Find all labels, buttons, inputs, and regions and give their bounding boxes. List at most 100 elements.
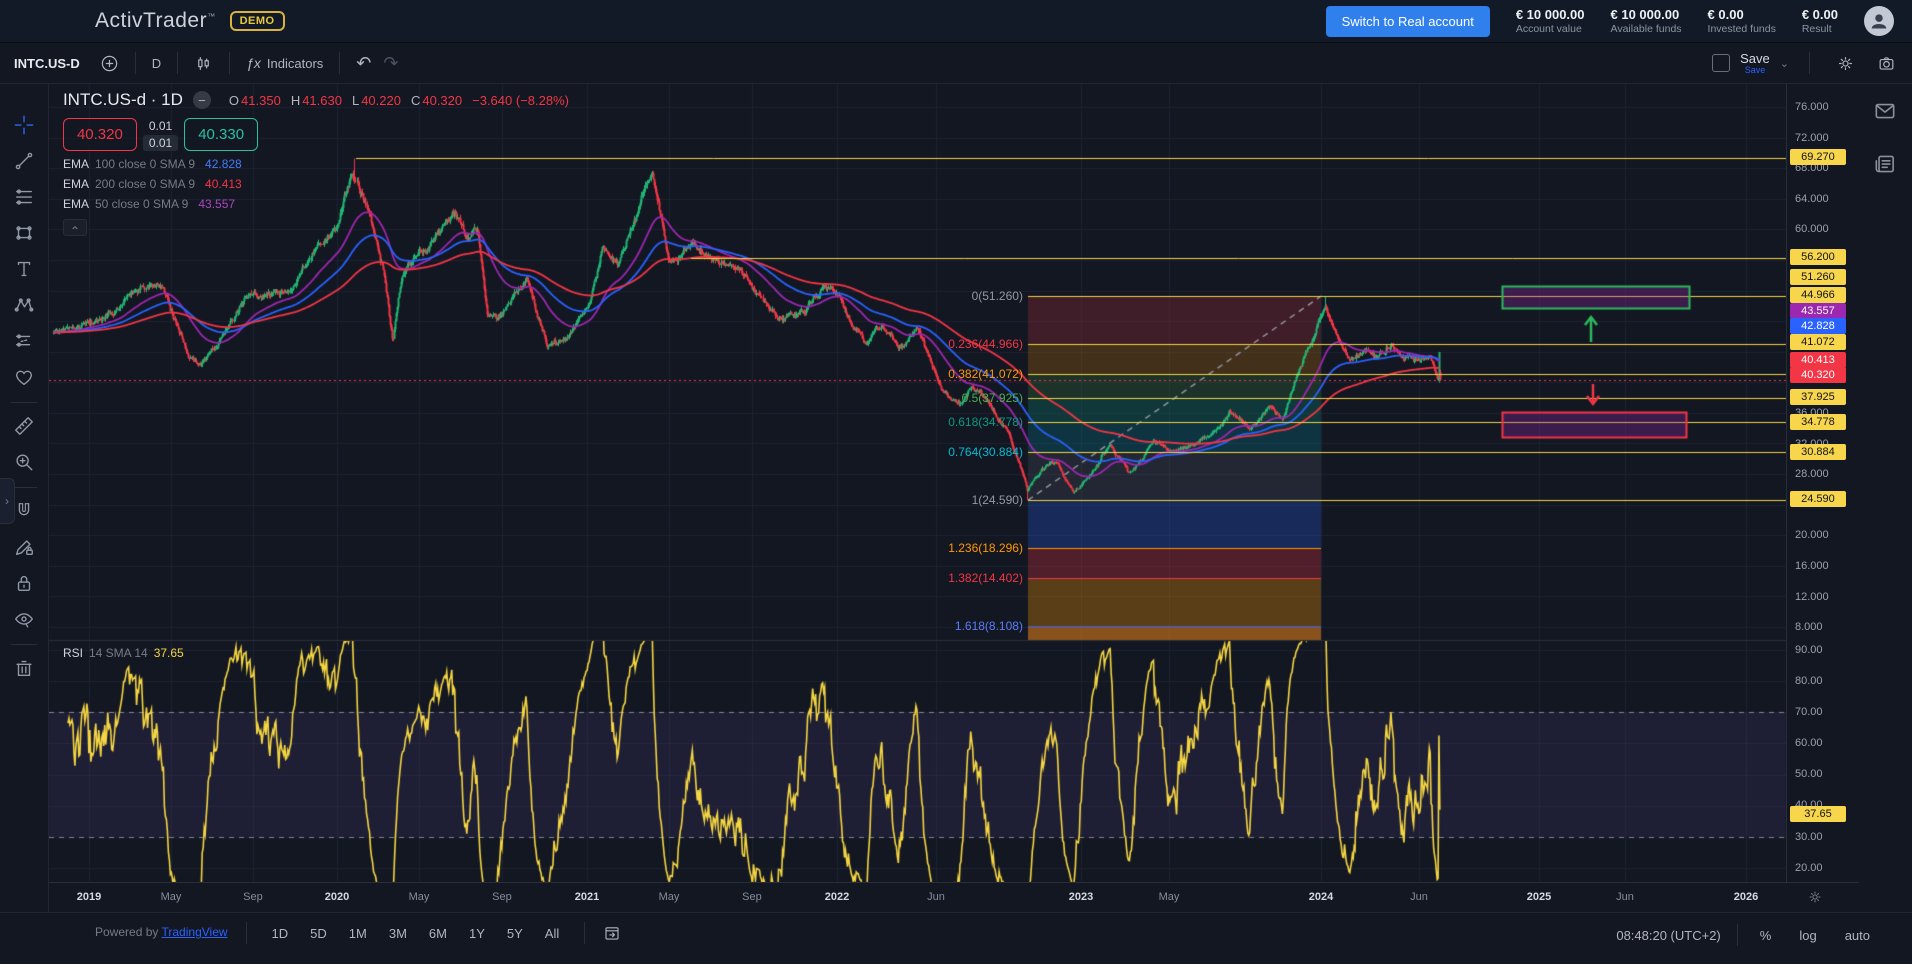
session-clock[interactable]: 08:48:20 (UTC+2)	[1616, 928, 1720, 943]
chart-style-button[interactable]	[188, 50, 219, 77]
chevron-down-icon[interactable]: ⌄	[1780, 57, 1789, 70]
hide-all-eye-tool[interactable]	[7, 602, 41, 636]
redo-button[interactable]: ↷	[377, 49, 404, 78]
axis-tick: 30.00	[1795, 831, 1823, 843]
time-label: 2022	[825, 891, 849, 903]
price-badge: 37.925	[1790, 389, 1846, 405]
legend-collapse-button[interactable]	[63, 219, 87, 236]
time-label: 2019	[77, 891, 101, 903]
price-chart-canvas[interactable]	[49, 84, 1859, 912]
app-logo: ActivTrader™	[95, 9, 216, 33]
time-label: May	[409, 891, 430, 903]
axis-tick: 72.000	[1795, 132, 1829, 144]
tradingview-link[interactable]: TradingView	[162, 925, 228, 939]
range-1y-button[interactable]: 1Y	[462, 923, 492, 944]
save-button[interactable]: Save Save	[1740, 52, 1770, 75]
switch-to-real-account-button[interactable]: Switch to Real account	[1326, 6, 1490, 37]
indicators-button[interactable]: ƒx Indicators	[240, 51, 329, 75]
account-stats: € 10 000.00Account value€ 10 000.00Avail…	[1516, 7, 1838, 35]
crosshair-tool[interactable]	[7, 108, 41, 142]
lock-all-tool[interactable]	[7, 566, 41, 600]
footer-separator	[246, 922, 247, 944]
mail-icon[interactable]	[1872, 98, 1898, 129]
auto-scale-button[interactable]: auto	[1839, 927, 1876, 944]
toolbar-separator	[135, 52, 136, 74]
ruler-tool[interactable]	[7, 409, 41, 443]
favorites-heart-tool[interactable]	[7, 360, 41, 394]
toolbar-separator	[11, 402, 37, 403]
axis-tick: 16.000	[1795, 560, 1829, 572]
user-avatar[interactable]	[1864, 6, 1894, 36]
compare-add-button[interactable]	[94, 50, 125, 77]
footer-bar: Powered by TradingView 1D5D1M3M6M1Y5YAll…	[0, 912, 1912, 964]
drawing-pencil-lock-tool[interactable]	[7, 530, 41, 564]
price-badge: 34.778	[1790, 414, 1846, 430]
sell-price-button[interactable]: 40.320	[63, 118, 137, 151]
text-tool[interactable]	[7, 252, 41, 286]
screenshot-button[interactable]	[1871, 50, 1902, 77]
rectangle-tool[interactable]	[7, 216, 41, 250]
axis-tick: 20.00	[1795, 862, 1823, 874]
gear-icon	[1836, 54, 1855, 73]
price-badge: 44.966	[1790, 287, 1846, 303]
axis-tick: 60.000	[1795, 223, 1829, 235]
chart-settings-button[interactable]	[1830, 50, 1861, 77]
range-5y-button[interactable]: 5Y	[500, 923, 530, 944]
time-label: Jun	[1410, 891, 1428, 903]
fx-icon: ƒx	[246, 55, 261, 71]
top-bar: ActivTrader™ DEMO Switch to Real account…	[0, 0, 1912, 43]
axis-tick: 70.00	[1795, 706, 1823, 718]
time-label: 2023	[1069, 891, 1093, 903]
account-stat: € 10 000.00Available funds	[1611, 7, 1682, 35]
range-6m-button[interactable]: 6M	[422, 923, 454, 944]
stat-value: € 0.00	[1802, 7, 1838, 22]
camera-icon	[1877, 54, 1896, 73]
interval-button[interactable]: D	[146, 52, 167, 75]
fib-retracement-tool[interactable]	[7, 180, 41, 214]
time-label: 2024	[1309, 891, 1333, 903]
axis-tick: 64.000	[1795, 193, 1829, 205]
range-5d-button[interactable]: 5D	[303, 923, 334, 944]
stat-label: Account value	[1516, 23, 1585, 35]
trend-line-tool[interactable]	[7, 144, 41, 178]
forecast-tool[interactable]	[7, 324, 41, 358]
footer-separator	[1737, 924, 1738, 946]
time-axis-gear-icon[interactable]	[1807, 889, 1823, 910]
indicators-label: Indicators	[267, 56, 323, 71]
range-3m-button[interactable]: 3M	[382, 923, 414, 944]
percent-scale-button[interactable]: %	[1754, 927, 1778, 944]
buy-price-button[interactable]: 40.330	[184, 118, 258, 151]
price-badge: 37.65	[1790, 806, 1846, 822]
trademark: ™	[207, 12, 216, 21]
panel-expander[interactable]: ›	[0, 478, 15, 524]
time-axis[interactable]: 2019MaySep2020MaySep2021MaySep2022Jun202…	[49, 882, 1859, 913]
candles-icon	[194, 54, 213, 73]
time-label: May	[161, 891, 182, 903]
price-badge: 51.260	[1790, 269, 1846, 285]
price-badge: 24.590	[1790, 491, 1846, 507]
toolbar-separator	[11, 644, 37, 645]
demo-badge: DEMO	[230, 11, 285, 31]
log-scale-button[interactable]: log	[1793, 927, 1822, 944]
price-axis[interactable]: 76.00072.00068.00064.00060.00036.00032.0…	[1786, 84, 1860, 882]
symbol-label[interactable]: INTC.US-D	[14, 56, 80, 71]
range-1m-button[interactable]: 1M	[342, 923, 374, 944]
price-badge: 69.270	[1790, 149, 1846, 165]
time-label: 2021	[575, 891, 599, 903]
toolbar-separator	[229, 52, 230, 74]
zoom-in-tool[interactable]	[7, 445, 41, 479]
toolbar-separator	[1809, 52, 1810, 74]
undo-button[interactable]: ↶	[350, 49, 377, 78]
plus-circle-icon	[100, 54, 119, 73]
range-all-button[interactable]: All	[538, 923, 566, 944]
go-to-date-icon[interactable]	[603, 924, 621, 945]
range-1d-button[interactable]: 1D	[265, 923, 296, 944]
news-icon[interactable]	[1872, 151, 1898, 182]
xabcd-pattern-tool[interactable]	[7, 288, 41, 322]
layout-select-button[interactable]	[1712, 54, 1730, 72]
trash-tool[interactable]	[7, 651, 41, 685]
price-badge: 30.884	[1790, 444, 1846, 460]
chart-area: INTC.US-d · 1D − O41.350H41.630L40.220C4…	[49, 84, 1857, 912]
price-badge: 42.828	[1790, 318, 1846, 334]
axis-tick: 50.00	[1795, 768, 1823, 780]
